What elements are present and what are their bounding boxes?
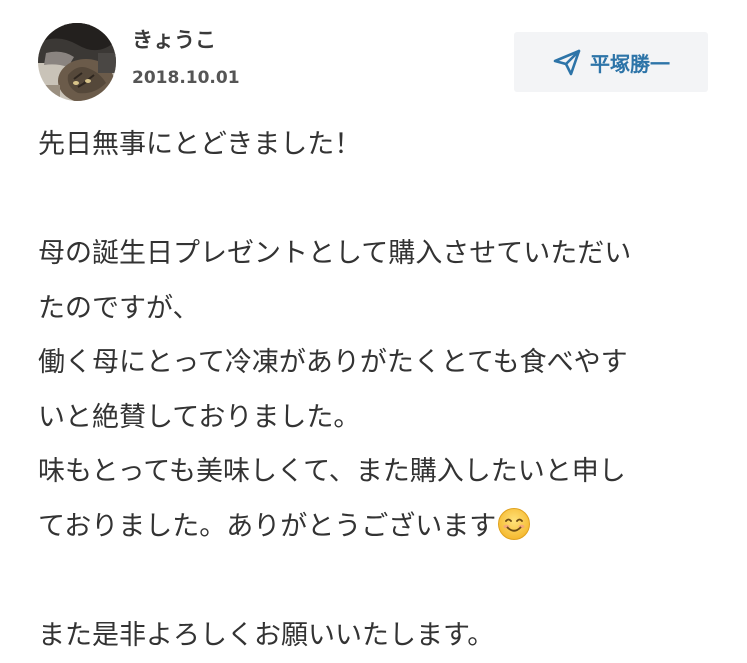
message-line-text: ておりました。ありがとうございます <box>38 511 496 542</box>
message-line: また是非よろしくお願いいたします。 <box>38 609 728 663</box>
review-header: きょうこ 2018.10.01 平塚勝一 <box>0 0 747 120</box>
send-icon <box>552 47 582 77</box>
smiling-face-icon <box>497 507 531 541</box>
message-line: 母の誕生日プレゼントとして購入させていただい <box>38 227 728 282</box>
avatar[interactable] <box>38 23 116 101</box>
message-line: 働く母にとって冷凍がありがたくとても食べやす <box>38 336 728 391</box>
message-line <box>38 554 728 609</box>
message-line: 味もとっても美味しくて、また購入したいと申し <box>38 445 728 500</box>
message-line: たのですが、 <box>38 282 728 337</box>
message-line-with-emoji: ておりました。ありがとうございます <box>38 500 728 555</box>
cat-photo-avatar-icon <box>38 23 116 101</box>
post-date: 2018.10.01 <box>132 66 240 90</box>
message-line: 先日無事にとどきました！ <box>38 118 728 173</box>
message-line: いと絶賛しておりました。 <box>38 391 728 446</box>
author-name: きょうこ <box>132 26 216 54</box>
message-line <box>38 173 728 228</box>
recipient-button[interactable]: 平塚勝一 <box>514 32 708 92</box>
recipient-label: 平塚勝一 <box>590 48 670 77</box>
review-message: 先日無事にとどきました！ 母の誕生日プレゼントとして購入させていただい たのです… <box>38 118 728 663</box>
